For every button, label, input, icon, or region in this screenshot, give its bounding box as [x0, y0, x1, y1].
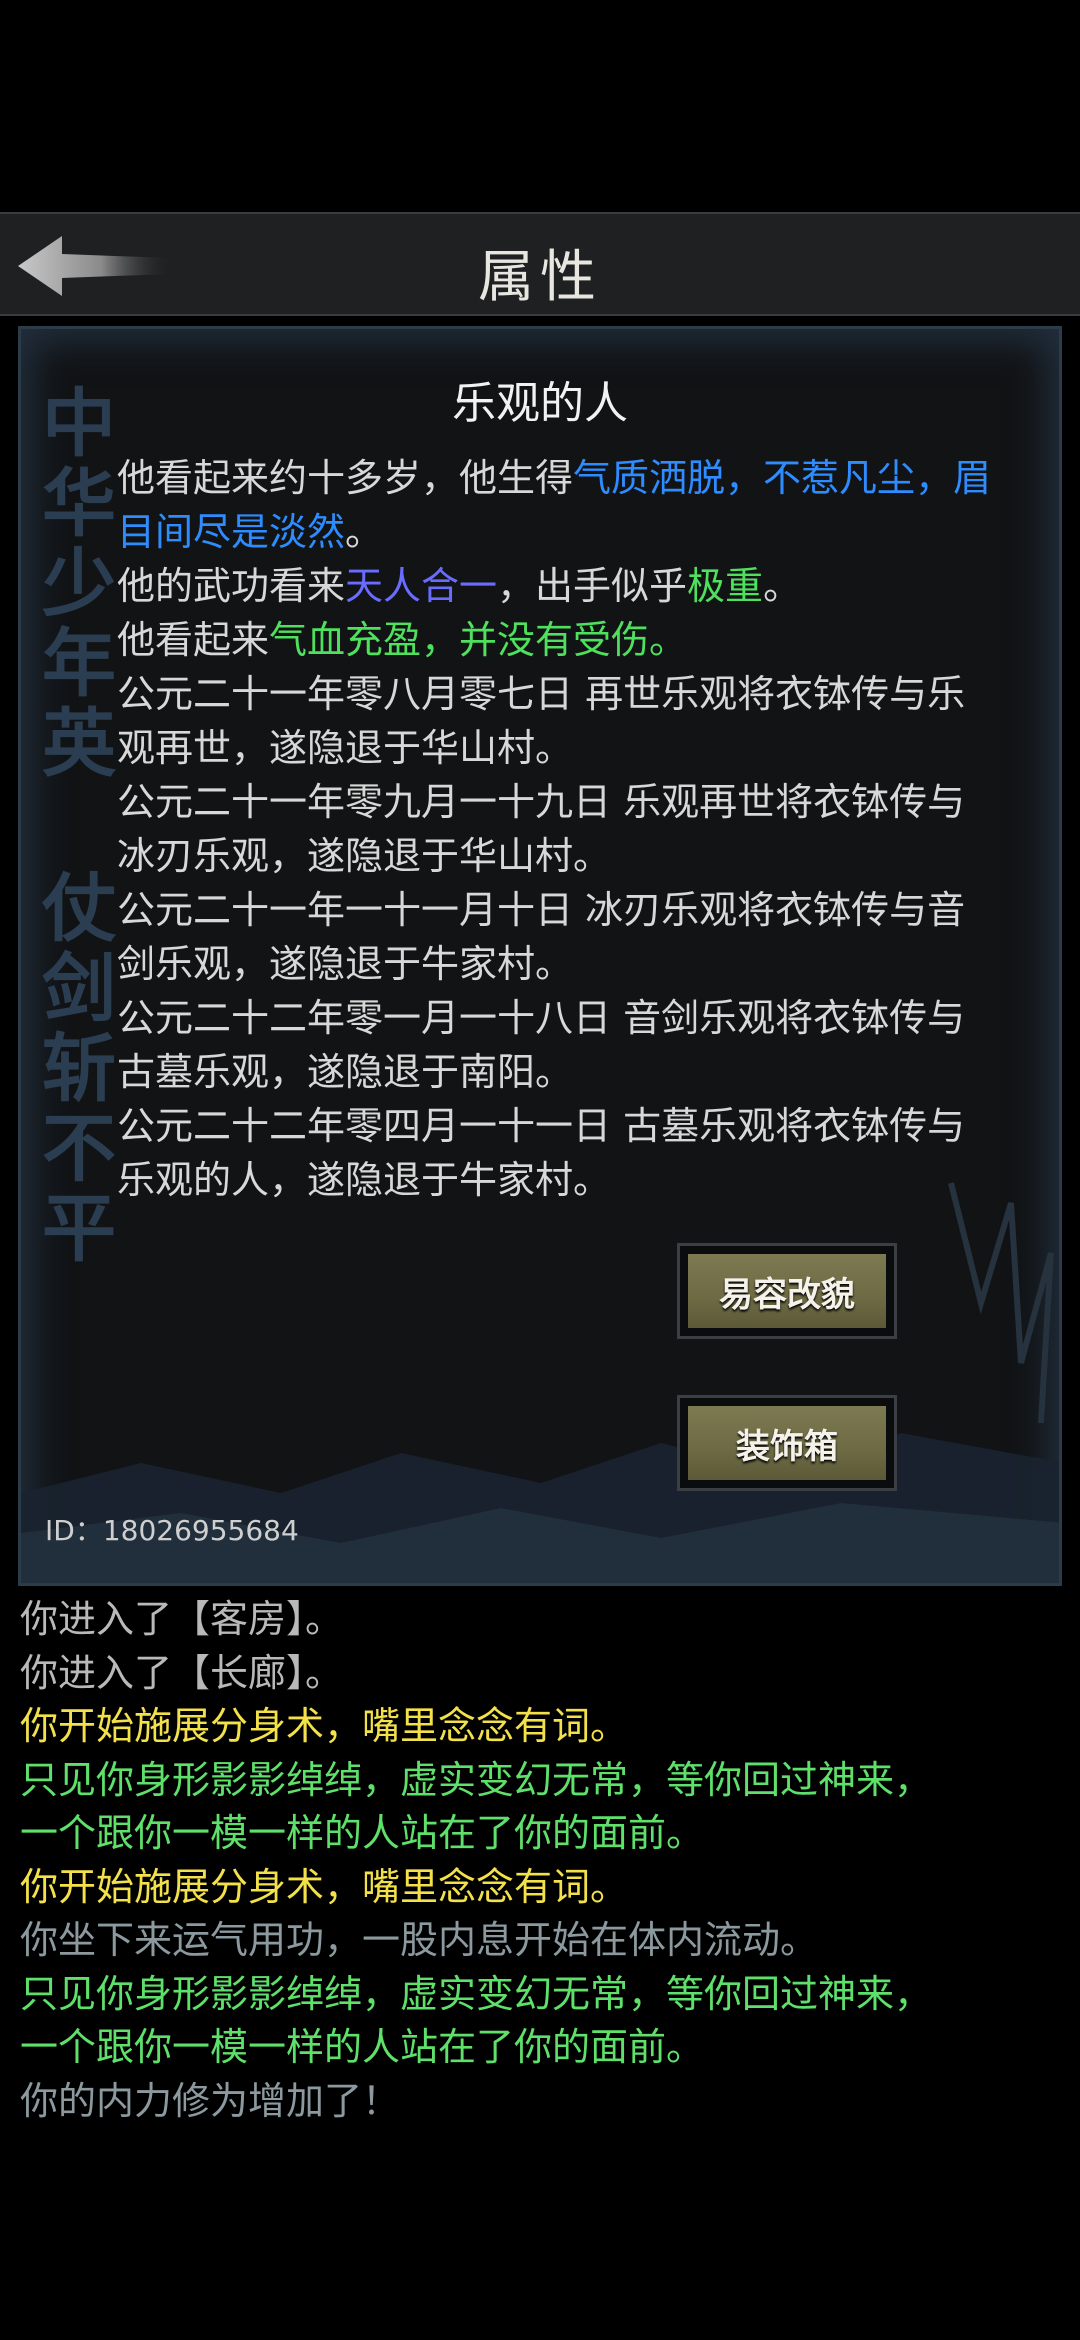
log-line: 你坐下来运气用功，一股内息开始在体内流动。 — [20, 1918, 819, 1962]
character-name: 乐观的人 — [452, 378, 628, 429]
bio-segment: ，出手似乎 — [497, 564, 688, 608]
wardrobe-button[interactable]: 装饰箱 — [677, 1395, 897, 1491]
disguise-button-label: 易容改貌 — [688, 1254, 886, 1328]
bio-paragraph: 公元二十一年零八月零七日 再世乐观将衣钵传与乐观再世，遂隐退于华山村。 — [117, 667, 997, 775]
log-line: 你进入了【客房】。 — [20, 1597, 344, 1641]
bio-segment: 极重 — [687, 564, 764, 608]
bio-segment: 公元二十一年零九月一十九日 乐观再世将衣钵传与冰刃乐观，遂隐退于华山村。 — [117, 780, 966, 878]
bio-paragraph: 公元二十一年一十一月十日 冰刃乐观将衣钵传与音剑乐观，遂隐退于牛家村。 — [117, 883, 997, 991]
bio-segment: 公元二十二年零一月一十八日 音剑乐观将衣钵传与古墓乐观，遂隐退于南阳。 — [117, 996, 966, 1094]
bio-segment: 气血充盈，并没有受伤。 — [269, 618, 688, 662]
bio-segment: 。 — [345, 510, 384, 554]
bio-segment: 公元二十一年一十一月十日 冰刃乐观将衣钵传与音剑乐观，遂隐退于牛家村。 — [117, 888, 966, 986]
calligraphy-left: 中华少年英 — [39, 384, 119, 784]
log-line: 你进入了【长廊】。 — [20, 1650, 344, 1695]
calligraphy-char: 斩 — [42, 1026, 116, 1112]
calligraphy-char: 不 — [42, 1106, 116, 1192]
bio-segment: 他看起来 — [117, 618, 270, 662]
calligraphy-char: 剑 — [42, 946, 116, 1032]
calligraphy-char: 英 — [42, 701, 116, 787]
bio-paragraph: 公元二十二年零一月一十八日 音剑乐观将衣钵传与古墓乐观，遂隐退于南阳。 — [117, 991, 997, 1099]
page-title: 属性 — [478, 245, 602, 310]
wardrobe-button-label: 装饰箱 — [688, 1406, 886, 1480]
log-line: 只见你身形影影绰绰，虚实变幻无常，等你回过神来， — [20, 1757, 933, 1802]
log-line: 你的内力修为增加了！ — [20, 2078, 401, 2123]
character-bio: 他看起来约十多岁，他生得气质洒脱，不惹凡尘，眉目间尽是淡然。 他的武功看来天人合一… — [117, 451, 997, 1207]
log-line: 你开始施展分身术，嘴里念念有词。 — [20, 1704, 629, 1748]
log-line: 一个跟你一模一样的人站在了你的面前。 — [20, 2025, 705, 2069]
top-bar: 属性 — [0, 212, 1080, 316]
bio-segment: 公元二十一年零八月零七日 再世乐观将衣钵传与乐观再世，遂隐退于华山村。 — [117, 672, 966, 770]
bio-segment: 天人合一 — [345, 564, 498, 608]
calligraphy-char: 华 — [42, 461, 116, 547]
calligraphy-char: 平 — [42, 1186, 116, 1272]
calligraphy-char: 仗 — [42, 866, 116, 952]
bio-paragraph: 他的武功看来天人合一，出手似乎极重。 — [117, 559, 997, 613]
bio-segment: 他的武功看来 — [117, 564, 346, 608]
calligraphy-char: 少 — [42, 541, 116, 627]
disguise-button[interactable]: 易容改貌 — [677, 1243, 897, 1339]
calligraphy-char: 年 — [42, 621, 116, 707]
bio-paragraph: 他看起来约十多岁，他生得气质洒脱，不惹凡尘，眉目间尽是淡然。 — [117, 451, 997, 559]
bio-paragraph: 他看起来气血充盈，并没有受伤。 — [117, 613, 997, 667]
log-line: 你开始施展分身术，嘴里念念有词。 — [20, 1864, 629, 1909]
attributes-panel: 中华少年英 仗剑斩不平 乐观的人 他看起来约十多岁，他生得气质洒脱，不惹凡尘，眉… — [18, 326, 1062, 1586]
bio-segment: 他看起来约十多岁，他生得 — [117, 456, 574, 500]
log-line: 只见你身形影影绰绰，虚实变幻无常，等你回过神来， — [20, 1971, 933, 2016]
bio-segment: 。 — [763, 564, 802, 608]
bio-segment: 公元二十二年零四月一十一日 古墓乐观将衣钵传与乐观的人，遂隐退于牛家村。 — [117, 1104, 966, 1202]
message-log: 你进入了【客房】。 你进入了【长廊】。 你开始施展分身术，嘴里念念有词。 只见你身形影… — [20, 1593, 1070, 2128]
bio-paragraph: 公元二十二年零四月一十一日 古墓乐观将衣钵传与乐观的人，遂隐退于牛家村。 — [117, 1099, 997, 1207]
log-line: 一个跟你一模一样的人站在了你的面前。 — [20, 1811, 705, 1855]
bio-paragraph: 公元二十一年零九月一十九日 乐观再世将衣钵传与冰刃乐观，遂隐退于华山村。 — [117, 775, 997, 883]
calligraphy-right: 仗剑斩不平 — [39, 869, 119, 1269]
player-id: ID：18026955684 — [45, 1514, 299, 1547]
